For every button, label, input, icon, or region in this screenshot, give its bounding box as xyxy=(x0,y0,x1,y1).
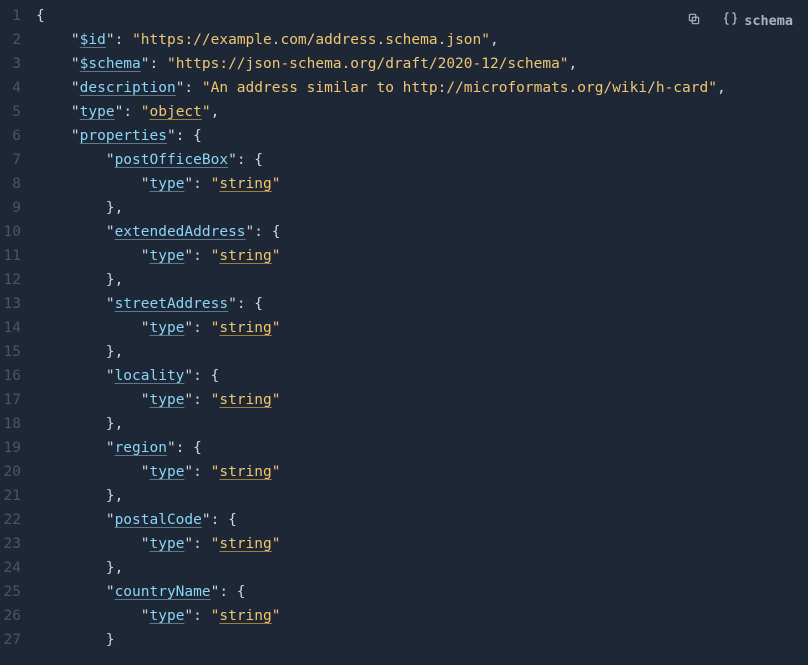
code-line: 25 "countryName": { xyxy=(0,580,808,604)
code-content: "locality": { xyxy=(36,364,808,388)
code-content: "postOfficeBox": { xyxy=(36,148,808,172)
code-content: "region": { xyxy=(36,436,808,460)
line-number: 22 xyxy=(0,508,36,532)
line-number: 5 xyxy=(0,100,36,124)
line-number: 3 xyxy=(0,52,36,76)
line-number: 14 xyxy=(0,316,36,340)
code-content: }, xyxy=(36,340,808,364)
line-number: 12 xyxy=(0,268,36,292)
code-line: 3 "$schema": "https://json-schema.org/dr… xyxy=(0,52,808,76)
code-line: 7 "postOfficeBox": { xyxy=(0,148,808,172)
schema-button[interactable]: schema xyxy=(716,8,800,33)
line-number: 26 xyxy=(0,604,36,628)
line-number: 2 xyxy=(0,28,36,52)
code-line: 19 "region": { xyxy=(0,436,808,460)
code-line: 17 "type": "string" xyxy=(0,388,808,412)
line-number: 8 xyxy=(0,172,36,196)
code-line: 14 "type": "string" xyxy=(0,316,808,340)
line-number: 9 xyxy=(0,196,36,220)
code-content: "extendedAddress": { xyxy=(36,220,808,244)
line-number: 6 xyxy=(0,124,36,148)
line-number: 10 xyxy=(0,220,36,244)
code-toolbar: schema xyxy=(680,8,800,33)
code-content: }, xyxy=(36,268,808,292)
line-number: 19 xyxy=(0,436,36,460)
line-number: 25 xyxy=(0,580,36,604)
code-content: "type": "string" xyxy=(36,532,808,556)
line-number: 18 xyxy=(0,412,36,436)
code-content: "type": "string" xyxy=(36,244,808,268)
code-content: "properties": { xyxy=(36,124,808,148)
code-line: 22 "postalCode": { xyxy=(0,508,808,532)
copy-icon xyxy=(687,12,701,30)
code-line: 5 "type": "object", xyxy=(0,100,808,124)
line-number: 23 xyxy=(0,532,36,556)
code-content: }, xyxy=(36,412,808,436)
code-line: 15 }, xyxy=(0,340,808,364)
code-line: 11 "type": "string" xyxy=(0,244,808,268)
code-content: "type": "string" xyxy=(36,316,808,340)
code-line: 27 } xyxy=(0,628,808,652)
code-line: 13 "streetAddress": { xyxy=(0,292,808,316)
line-number: 16 xyxy=(0,364,36,388)
code-content: "type": "string" xyxy=(36,172,808,196)
schema-button-label: schema xyxy=(744,13,793,29)
code-line: 21 }, xyxy=(0,484,808,508)
code-content: "type": "string" xyxy=(36,460,808,484)
line-number: 20 xyxy=(0,460,36,484)
code-content: "postalCode": { xyxy=(36,508,808,532)
code-content: "type": "string" xyxy=(36,388,808,412)
code-content: "type": "string" xyxy=(36,604,808,628)
code-line: 4 "description": "An address similar to … xyxy=(0,76,808,100)
code-line: 8 "type": "string" xyxy=(0,172,808,196)
code-line: 23 "type": "string" xyxy=(0,532,808,556)
code-content: "countryName": { xyxy=(36,580,808,604)
line-number: 24 xyxy=(0,556,36,580)
code-line: 24 }, xyxy=(0,556,808,580)
line-number: 15 xyxy=(0,340,36,364)
code-line: 10 "extendedAddress": { xyxy=(0,220,808,244)
braces-icon xyxy=(723,11,738,30)
line-number: 17 xyxy=(0,388,36,412)
code-line: 16 "locality": { xyxy=(0,364,808,388)
code-line: 20 "type": "string" xyxy=(0,460,808,484)
line-number: 21 xyxy=(0,484,36,508)
code-content: }, xyxy=(36,556,808,580)
code-content: "$schema": "https://json-schema.org/draf… xyxy=(36,52,808,76)
line-number: 13 xyxy=(0,292,36,316)
line-number: 1 xyxy=(0,4,36,28)
code-content: "description": "An address similar to ht… xyxy=(36,76,808,100)
code-content: } xyxy=(36,628,808,652)
code-line: 18 }, xyxy=(0,412,808,436)
code-content: "type": "object", xyxy=(36,100,808,124)
code-line: 26 "type": "string" xyxy=(0,604,808,628)
line-number: 4 xyxy=(0,76,36,100)
code-content: "streetAddress": { xyxy=(36,292,808,316)
code-content: }, xyxy=(36,196,808,220)
code-line: 6 "properties": { xyxy=(0,124,808,148)
code-content: }, xyxy=(36,484,808,508)
code-line: 12 }, xyxy=(0,268,808,292)
code-line: 9 }, xyxy=(0,196,808,220)
line-number: 11 xyxy=(0,244,36,268)
copy-button[interactable] xyxy=(680,9,708,33)
code-editor[interactable]: 1{2 "$id": "https://example.com/address.… xyxy=(0,0,808,652)
line-number: 27 xyxy=(0,628,36,652)
line-number: 7 xyxy=(0,148,36,172)
